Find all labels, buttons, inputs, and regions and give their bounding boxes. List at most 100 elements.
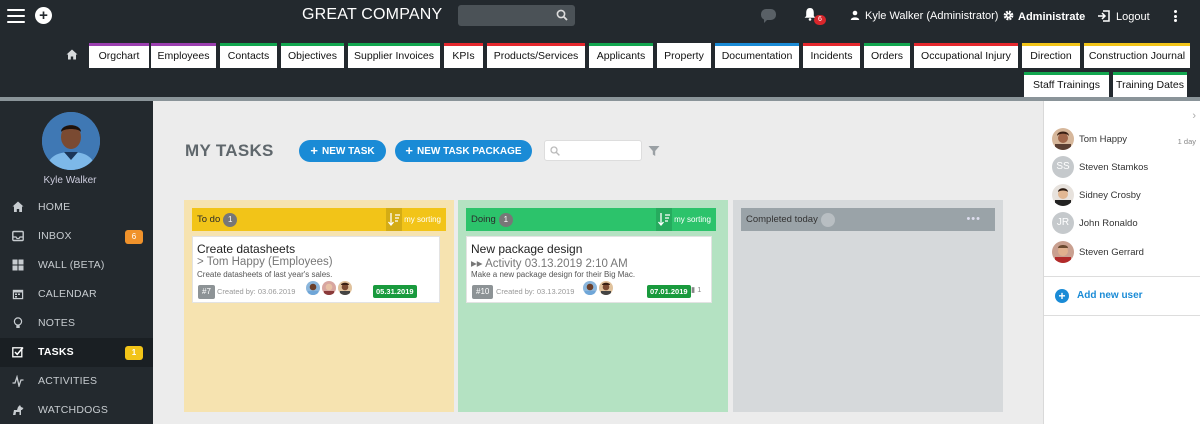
avatar [306,281,320,295]
chevron-right-icon[interactable]: › [1192,110,1196,122]
filter-icon[interactable] [648,145,660,157]
user-name: John Ronaldo [1079,218,1138,229]
more-options-icon[interactable]: ••• [966,208,981,231]
task-id-badge: #7 [198,285,215,299]
grid-icon [12,259,24,271]
add-icon[interactable]: + [35,7,52,24]
current-user-name: Kyle Walker (Administrator) [865,10,999,22]
app-root: + GREAT COMPANY 6 Kyle Walker (Administr… [0,0,1200,424]
top-bar: + GREAT COMPANY 6 Kyle Walker (Administr… [0,0,1200,97]
tab-supplier-invoices[interactable]: Supplier Invoices [348,43,440,68]
avatar [1052,184,1074,206]
sidebar-item-wall-beta[interactable]: WALL (BETA) [0,251,153,280]
task-card[interactable]: New package design ▸▸ Activity 03.13.201… [466,236,712,303]
user-name: Sidney Crosby [1079,190,1141,201]
administrate-link[interactable]: Administrate [1003,10,1085,23]
company-name: GREAT COMPANY [302,6,443,23]
avatar [322,281,336,295]
user-name: Steven Gerrard [1079,247,1144,258]
current-user-link[interactable]: Kyle Walker (Administrator) [850,10,998,22]
tab-documentation[interactable]: Documentation [715,43,799,68]
dog-icon [13,405,24,415]
search-icon[interactable] [556,9,568,21]
home-icon[interactable] [66,49,78,60]
sidebar-item-badge: 6 [125,230,143,244]
tab-objectives[interactable]: Objectives [281,43,344,68]
tab-employees[interactable]: Employees [151,43,216,68]
more-options-icon[interactable] [1174,10,1178,22]
add-new-user-button[interactable]: + Add new user [1055,289,1143,303]
user-name: Tom Happy [1079,134,1128,145]
calendar-icon [12,289,24,300]
tab-property[interactable]: Property [657,43,711,68]
chat-icon[interactable] [761,9,776,23]
column-title: To do [197,214,221,225]
sort-button[interactable]: my sorting [655,208,716,231]
sidebar-item-tasks[interactable]: TASKS 1 [0,338,153,367]
tab-contacts[interactable]: Contacts [220,43,277,68]
menu-icon[interactable] [7,9,25,23]
task-description: Create datasheets of last year's sales. [197,270,333,279]
sidebar-item-label: WATCHDOGS [38,404,109,416]
checkbox-icon [12,347,24,358]
lightbulb-icon [13,317,23,328]
new-task-button[interactable]: + NEW TASK [299,140,386,162]
column-title: Completed today [746,214,818,225]
tab-products-services[interactable]: Products/Services [487,43,585,68]
logout-link[interactable]: Logout [1097,10,1150,23]
tab-orgchart[interactable]: Orgchart [89,43,149,68]
task-subtitle: ▸▸ Activity 03.13.2019 2:10 AM [471,258,628,270]
tab-kpis[interactable]: KPIs [444,43,483,68]
sidebar-item-activities[interactable]: ACTIVITIES [0,367,153,396]
column-doing: Doing 1 my sorting New package design ▸▸ … [458,200,728,412]
sort-label: my sorting [674,215,711,224]
avatar [338,281,352,295]
tab-occupational-injury[interactable]: Occupational Injury [914,43,1018,68]
tab-orders[interactable]: Orders [864,43,910,68]
home-icon [12,201,24,212]
task-description: Make a new package design for their Big … [471,270,636,279]
administrate-label: Administrate [1018,11,1086,23]
new-task-package-label: NEW TASK PACKAGE [416,146,522,157]
tab-direction[interactable]: Direction [1022,43,1080,68]
comment-count: ▮ 1 [691,285,701,294]
gear-icon [1003,10,1014,21]
divider [1044,315,1200,316]
sidebar-item-watchdogs[interactable]: WATCHDOGS [0,396,153,424]
tab-training-dates[interactable]: Training Dates [1113,72,1187,97]
sidebar-item-inbox[interactable]: INBOX 6 [0,222,153,251]
tab-construction-journal[interactable]: Construction Journal [1084,43,1190,68]
task-title: New package design [471,242,583,256]
new-task-package-button[interactable]: + NEW TASK PACKAGE [395,140,532,162]
avatar [583,281,597,295]
sidebar-item-label: WALL (BETA) [38,259,105,271]
task-created-by: Created by: 03.13.2019 [496,287,575,296]
add-new-user-label: Add new user [1077,290,1143,301]
global-search-input[interactable] [458,5,575,26]
plus-icon: + [405,143,413,158]
page-title: MY TASKS [185,141,274,160]
avatar[interactable] [42,112,100,170]
tab-incidents[interactable]: Incidents [803,43,860,68]
user-icon [850,10,860,20]
column-header: To do 1 my sorting [192,208,446,231]
avatar [599,281,613,295]
sort-button[interactable]: my sorting [385,208,446,231]
user-name: Steven Stamkos [1079,162,1149,173]
user-panel: › Tom Happy 1 day SS Steven Stamkos Sidn… [1043,101,1200,424]
avatar: JR [1052,212,1074,234]
sidebar-item-notes[interactable]: NOTES [0,309,153,338]
sidebar-item-label: INBOX [38,230,72,242]
tab-staff-trainings[interactable]: Staff Trainings [1024,72,1109,97]
sidebar-item-calendar[interactable]: CALENDAR [0,280,153,309]
sidebar: Kyle Walker HOME INBOX 6 WALL (BETA) CALENDA… [0,101,153,424]
tab-applicants[interactable]: Applicants [589,43,653,68]
new-task-label: NEW TASK [322,146,375,157]
activity-icon [12,375,24,387]
sidebar-item-home[interactable]: HOME [0,193,153,222]
due-date-badge: 07.01.2019 [647,285,691,298]
plus-circle-icon: + [1055,289,1069,303]
task-card[interactable]: Create datasheets > Tom Happy (Employees… [192,236,440,303]
search-icon [550,146,560,156]
sidebar-item-label: CALENDAR [38,288,97,300]
